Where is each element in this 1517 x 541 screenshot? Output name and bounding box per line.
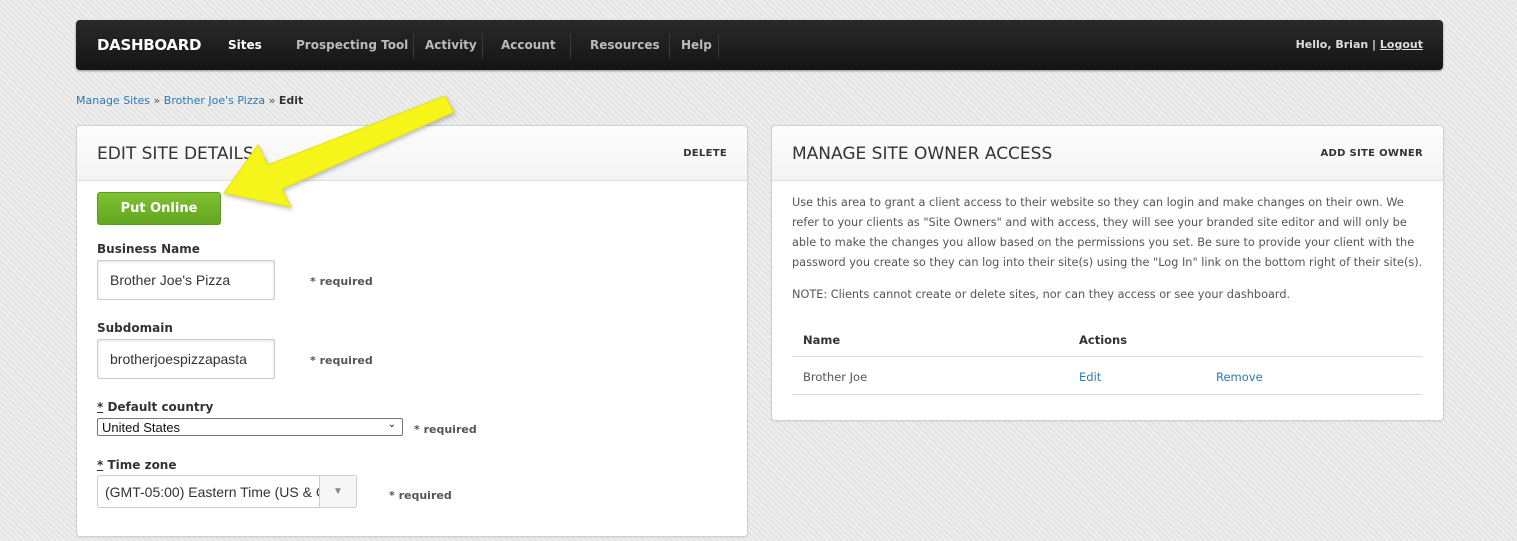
nav-divider bbox=[669, 34, 670, 58]
nav-divider bbox=[570, 34, 571, 58]
time-zone-required: * required bbox=[389, 489, 452, 502]
breadcrumb: Manage Sites » Brother Joe's Pizza » Edi… bbox=[76, 94, 303, 107]
panel-title: EDIT SITE DETAILS bbox=[97, 144, 254, 164]
user-greeting: Hello, Brian | Logout bbox=[1296, 38, 1423, 51]
table-row: Brother Joe Edit Remove bbox=[792, 357, 1422, 395]
owner-access-note: NOTE: Clients cannot create or delete si… bbox=[792, 288, 1291, 301]
owners-table-header: Name Actions bbox=[792, 324, 1422, 357]
nav-item-sites[interactable]: Sites bbox=[228, 38, 262, 52]
nav-item-help[interactable]: Help bbox=[681, 38, 712, 52]
subdomain-required: * required bbox=[310, 354, 373, 367]
column-header-actions: Actions bbox=[1079, 333, 1128, 347]
top-nav: DASHBOARD Sites Prospecting Tool Activit… bbox=[76, 20, 1443, 70]
logout-link[interactable]: Logout bbox=[1380, 38, 1423, 51]
default-country-label: * Default country bbox=[97, 400, 213, 414]
time-zone-label-text: Time zone bbox=[103, 458, 177, 472]
breadcrumb-separator: » bbox=[150, 94, 164, 107]
nav-item-resources[interactable]: Resources bbox=[590, 38, 660, 52]
greeting-text: Hello, Brian | bbox=[1295, 38, 1377, 51]
panel-header: MANAGE SITE OWNER ACCESS ADD SITE OWNER bbox=[772, 126, 1443, 181]
owner-access-description: Use this area to grant a client access t… bbox=[792, 196, 1423, 269]
breadcrumb-manage-sites[interactable]: Manage Sites bbox=[76, 94, 150, 107]
add-site-owner-button[interactable]: ADD SITE OWNER bbox=[1320, 148, 1423, 159]
nav-divider bbox=[482, 34, 483, 58]
remove-owner-link[interactable]: Remove bbox=[1216, 370, 1263, 384]
nav-divider bbox=[413, 34, 414, 58]
edit-owner-link[interactable]: Edit bbox=[1079, 370, 1101, 384]
subdomain-input[interactable]: brotherjoespizzapasta bbox=[97, 339, 275, 379]
chevron-down-icon: ⌄ bbox=[387, 419, 396, 430]
nav-divider bbox=[718, 34, 719, 58]
edit-form: Put Online Business Name Brother Joe's P… bbox=[77, 181, 747, 541]
breadcrumb-site[interactable]: Brother Joe's Pizza bbox=[164, 94, 265, 107]
breadcrumb-separator: » bbox=[265, 94, 279, 107]
edit-site-details-panel: EDIT SITE DETAILS DELETE Put Online Busi… bbox=[76, 125, 748, 537]
nav-item-account[interactable]: Account bbox=[501, 38, 556, 52]
delete-site-button[interactable]: DELETE bbox=[683, 148, 727, 159]
manage-site-owner-panel: MANAGE SITE OWNER ACCESS ADD SITE OWNER … bbox=[771, 125, 1444, 421]
time-zone-label: * Time zone bbox=[97, 458, 177, 472]
nav-item-prospecting-tool[interactable]: Prospecting Tool bbox=[296, 38, 408, 52]
default-country-select[interactable]: United States ⌄ bbox=[97, 418, 403, 436]
owner-name: Brother Joe bbox=[803, 370, 868, 384]
dashboard-brand-link[interactable]: DASHBOARD bbox=[97, 36, 201, 54]
default-country-label-text: Default country bbox=[103, 400, 214, 414]
dropdown-toggle[interactable]: ▼ bbox=[319, 476, 356, 507]
nav-item-activity[interactable]: Activity bbox=[425, 38, 477, 52]
subdomain-label: Subdomain bbox=[97, 321, 173, 335]
panel-title: MANAGE SITE OWNER ACCESS bbox=[792, 144, 1053, 164]
business-name-input[interactable]: Brother Joe's Pizza bbox=[97, 260, 275, 300]
default-country-required: * required bbox=[414, 423, 477, 436]
business-name-label: Business Name bbox=[97, 242, 200, 256]
panel-header: EDIT SITE DETAILS DELETE bbox=[77, 126, 747, 181]
time-zone-select[interactable]: (GMT-05:00) Eastern Time (US & Canada) ▼ bbox=[97, 475, 357, 508]
put-online-button[interactable]: Put Online bbox=[97, 192, 221, 225]
column-header-name: Name bbox=[803, 333, 841, 347]
business-name-required: * required bbox=[310, 275, 373, 288]
default-country-value: United States bbox=[102, 419, 181, 435]
caret-down-icon: ▼ bbox=[333, 486, 343, 497]
breadcrumb-current: Edit bbox=[278, 94, 304, 107]
